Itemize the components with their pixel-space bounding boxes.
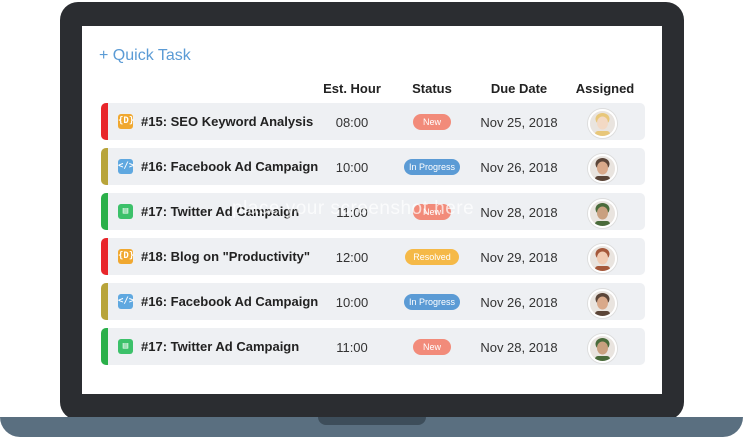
column-est-hour: Est. Hour	[323, 81, 381, 96]
quick-task-button[interactable]: + Quick Task	[99, 47, 191, 65]
status-badge[interactable]: New	[413, 339, 451, 355]
document-icon: ▤	[118, 339, 133, 354]
task-title[interactable]: #17: Twitter Ad Campaign	[141, 204, 299, 219]
task-due-date: Nov 29, 2018	[480, 250, 558, 265]
code-icon: </>	[118, 294, 134, 309]
task-due-date: Nov 26, 2018	[480, 295, 558, 310]
priority-stripe	[101, 328, 108, 365]
task-row[interactable]: </> #16: Facebook Ad Campaign 10:00 In Prog…	[101, 148, 645, 185]
task-row[interactable]: ▤ #17: Twitter Ad Campaign 11:00 New Nov 28,…	[101, 193, 645, 230]
status-badge[interactable]: In Progress	[404, 294, 460, 310]
task-est-hour: 10:00	[335, 295, 369, 310]
priority-stripe	[101, 283, 108, 320]
code-icon: </>	[118, 159, 134, 174]
task-due-date: Nov 28, 2018	[480, 340, 558, 355]
priority-stripe	[101, 148, 108, 185]
task-est-hour: 11:00	[336, 205, 368, 220]
column-status: Status	[412, 81, 452, 96]
task-est-hour: 08:00	[335, 115, 369, 130]
table-header: Est. Hour Status Due Date Assigned	[82, 81, 662, 101]
male-bald-avatar[interactable]	[588, 154, 617, 183]
status-badge[interactable]: New	[413, 114, 451, 130]
task-est-hour: 10:00	[335, 160, 369, 175]
task-title[interactable]: #17: Twitter Ad Campaign	[141, 339, 299, 354]
document-icon: ▤	[118, 204, 133, 219]
task-row[interactable]: {D} #15: SEO Keyword Analysis 08:00 New Nov …	[101, 103, 645, 140]
task-title[interactable]: #16: Facebook Ad Campaign	[141, 294, 318, 309]
male-bald-avatar[interactable]	[588, 289, 617, 318]
priority-stripe	[101, 193, 108, 230]
task-due-date: Nov 26, 2018	[480, 160, 558, 175]
female-redhead-avatar[interactable]	[588, 244, 617, 273]
status-badge[interactable]: New	[413, 204, 451, 220]
laptop-screen: + Quick Task Est. Hour Status Due Date A…	[82, 26, 662, 394]
task-due-date: Nov 28, 2018	[480, 205, 558, 220]
priority-stripe	[101, 238, 108, 275]
task-est-hour: 12:00	[335, 250, 369, 265]
task-title[interactable]: #18: Blog on "Productivity"	[141, 249, 310, 264]
bracket-icon: {D}	[118, 114, 134, 129]
task-list: {D} #15: SEO Keyword Analysis 08:00 New Nov …	[101, 103, 645, 373]
task-due-date: Nov 25, 2018	[480, 115, 558, 130]
priority-stripe	[101, 103, 108, 140]
task-row[interactable]: </> #16: Facebook Ad Campaign 10:00 In Prog…	[101, 283, 645, 320]
task-est-hour: 11:00	[336, 340, 368, 355]
task-row[interactable]: ▤ #17: Twitter Ad Campaign 11:00 New Nov 28,…	[101, 328, 645, 365]
male-smiling-avatar[interactable]	[588, 334, 617, 363]
status-badge[interactable]: In Progress	[404, 159, 460, 175]
female-blonde-avatar[interactable]	[588, 109, 617, 138]
bracket-icon: {D}	[118, 249, 134, 264]
male-smiling-avatar[interactable]	[588, 199, 617, 228]
column-assigned: Assigned	[575, 81, 635, 96]
laptop-notch	[318, 417, 426, 425]
task-title[interactable]: #15: SEO Keyword Analysis	[141, 114, 313, 129]
column-due-date: Due Date	[490, 81, 548, 96]
task-title[interactable]: #16: Facebook Ad Campaign	[141, 159, 318, 174]
task-row[interactable]: {D} #18: Blog on "Productivity" 12:00 Resol…	[101, 238, 645, 275]
status-badge[interactable]: Resolved	[405, 249, 459, 265]
